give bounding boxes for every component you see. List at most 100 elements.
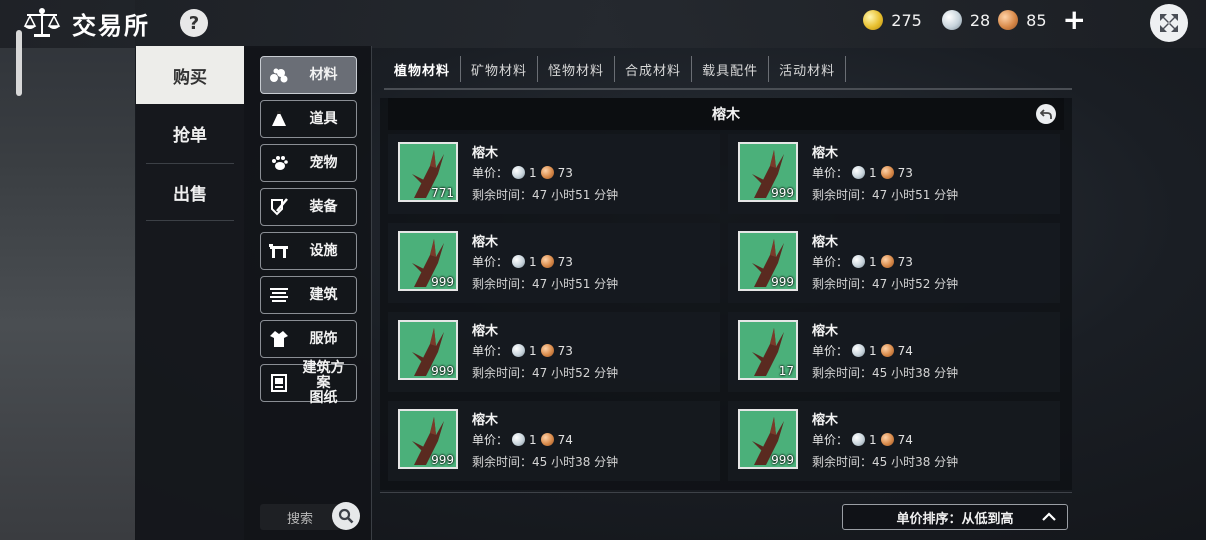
tab-monster-materials[interactable]: 怪物材料	[538, 56, 616, 82]
time-label: 剩余时间：	[812, 366, 873, 380]
add-currency-button[interactable]: +	[1063, 6, 1086, 34]
scroll-indicator[interactable]	[16, 30, 22, 96]
prop-icon	[261, 110, 297, 128]
mode-panel: 购买 抢单 出售	[136, 46, 244, 540]
price-silver: 1	[529, 343, 537, 358]
back-button[interactable]	[1036, 104, 1056, 124]
time-value: 47 小时52 分钟	[872, 277, 959, 291]
price-row: 单价： 1 73	[812, 164, 913, 181]
scales-icon	[23, 7, 61, 37]
category-label: 宠物	[309, 154, 338, 171]
price-label: 单价：	[472, 344, 509, 358]
bottom-divider	[380, 492, 1072, 493]
item-name: 榕木	[472, 324, 499, 339]
item-thumbnail: 999	[398, 320, 458, 380]
time-value: 47 小时51 分钟	[532, 277, 619, 291]
item-quantity: 999	[431, 275, 454, 289]
item-name: 榕木	[812, 235, 839, 250]
close-button[interactable]	[1150, 4, 1188, 42]
copper-coin-icon	[540, 344, 554, 357]
time-label: 剩余时间：	[472, 188, 533, 202]
building-icon	[261, 287, 297, 303]
mode-grab-order[interactable]: 抢单	[136, 104, 244, 162]
copper-coin-icon	[540, 255, 554, 268]
silver-coin-icon	[852, 255, 866, 268]
search-button[interactable]	[332, 502, 360, 530]
subcategory-tabs: 植物材料 矿物材料 怪物材料 合成材料 载具配件 活动材料	[384, 54, 847, 84]
tab-event-materials[interactable]: 活动材料	[769, 56, 847, 82]
help-button[interactable]: ?	[180, 9, 208, 37]
time-remaining: 剩余时间：47 小时51 分钟	[472, 275, 618, 292]
category-blueprints[interactable]: 建筑方案 图纸	[260, 360, 357, 405]
copper-coin-icon	[880, 433, 894, 446]
item-thumbnail: 17	[738, 320, 798, 380]
category-materials[interactable]: 材料	[260, 56, 357, 94]
category-clothing[interactable]: 服饰	[260, 320, 357, 358]
time-remaining: 剩余时间：47 小时52 分钟	[472, 364, 618, 381]
listing-card[interactable]: 999 榕木 单价： 1 73 剩余时间：47 小时52 分钟	[388, 312, 720, 392]
mode-buy[interactable]: 购买	[136, 46, 244, 104]
time-value: 47 小时51 分钟	[872, 188, 959, 202]
copper-coin-icon	[540, 433, 554, 446]
copper-coin-icon	[880, 166, 894, 179]
price-row: 单价： 1 73	[472, 164, 573, 181]
time-remaining: 剩余时间：45 小时38 分钟	[812, 364, 958, 381]
price-label: 单价：	[812, 344, 849, 358]
price-row: 单价： 1 74	[472, 431, 573, 448]
item-quantity: 999	[431, 453, 454, 467]
time-label: 剩余时间：	[472, 455, 533, 469]
item-thumbnail: 999	[398, 231, 458, 291]
price-label: 单价：	[812, 433, 849, 447]
currency-bar: 275 28 85 +	[863, 6, 1086, 34]
gold-amount: 275	[891, 10, 922, 30]
time-remaining: 剩余时间：47 小时51 分钟	[472, 186, 618, 203]
listing-card[interactable]: 999 榕木 单价： 1 73 剩余时间：47 小时51 分钟	[728, 134, 1060, 214]
price-row: 单价： 1 74	[812, 342, 913, 359]
price-copper: 73	[557, 254, 573, 269]
price-row: 单价： 1 74	[812, 431, 913, 448]
category-label: 装备	[309, 198, 338, 215]
tab-mineral-materials[interactable]: 矿物材料	[461, 56, 539, 82]
tab-crafting-materials[interactable]: 合成材料	[615, 56, 693, 82]
silver-amount: 28	[969, 10, 991, 30]
mode-sell[interactable]: 出售	[136, 163, 244, 221]
price-silver: 1	[869, 432, 877, 447]
listing-title: 榕木	[712, 107, 740, 123]
main-area: 植物材料 矿物材料 怪物材料 合成材料 载具配件 活动材料 榕木 771 榕木 单价…	[372, 46, 1206, 540]
listing-header: 榕木	[388, 98, 1064, 130]
tabs-divider	[384, 88, 1072, 90]
category-label: 建筑方案 图纸	[297, 360, 356, 406]
category-props[interactable]: 道具	[260, 100, 357, 138]
item-name: 榕木	[812, 324, 839, 339]
tab-vehicle-parts[interactable]: 载具配件	[692, 56, 770, 82]
item-thumbnail: 999	[738, 409, 798, 469]
listing-card[interactable]: 999 榕木 单价： 1 73 剩余时间：47 小时52 分钟	[728, 223, 1060, 303]
silver-coin-icon	[852, 166, 866, 179]
listing-card[interactable]: 771 榕木 单价： 1 73 剩余时间：47 小时51 分钟	[388, 134, 720, 214]
price-row: 单价： 1 73	[472, 342, 573, 359]
category-buildings[interactable]: 建筑	[260, 276, 357, 314]
tab-plant-materials[interactable]: 植物材料	[384, 56, 462, 82]
listing-card[interactable]: 999 榕木 单价： 1 74 剩余时间：45 小时38 分钟	[388, 401, 720, 481]
time-value: 45 小时38 分钟	[532, 455, 619, 469]
price-label: 单价：	[472, 433, 509, 447]
item-thumbnail: 999	[738, 231, 798, 291]
category-label-line2: 图纸	[309, 389, 338, 406]
equipment-icon	[261, 197, 297, 217]
listing-card[interactable]: 999 榕木 单价： 1 74 剩余时间：45 小时38 分钟	[728, 401, 1060, 481]
sort-button[interactable]: 单价排序：从低到高	[842, 504, 1068, 530]
silver-coin-icon	[512, 166, 526, 179]
time-label: 剩余时间：	[472, 366, 533, 380]
category-label: 服饰	[309, 330, 338, 347]
category-equipment[interactable]: 装备	[260, 188, 357, 226]
category-label: 材料	[309, 66, 338, 83]
price-label: 单价：	[812, 166, 849, 180]
time-label: 剩余时间：	[472, 277, 533, 291]
category-pets[interactable]: 宠物	[260, 144, 357, 182]
price-copper: 74	[897, 343, 913, 358]
search-input[interactable]: 搜索	[260, 504, 340, 530]
category-facilities[interactable]: 设施	[260, 232, 357, 270]
time-value: 45 小时38 分钟	[872, 366, 959, 380]
listing-card[interactable]: 999 榕木 单价： 1 73 剩余时间：47 小时51 分钟	[388, 223, 720, 303]
listing-card[interactable]: 17 榕木单价： 1 74 剩余时间：45 小时38 分钟	[728, 312, 1060, 392]
